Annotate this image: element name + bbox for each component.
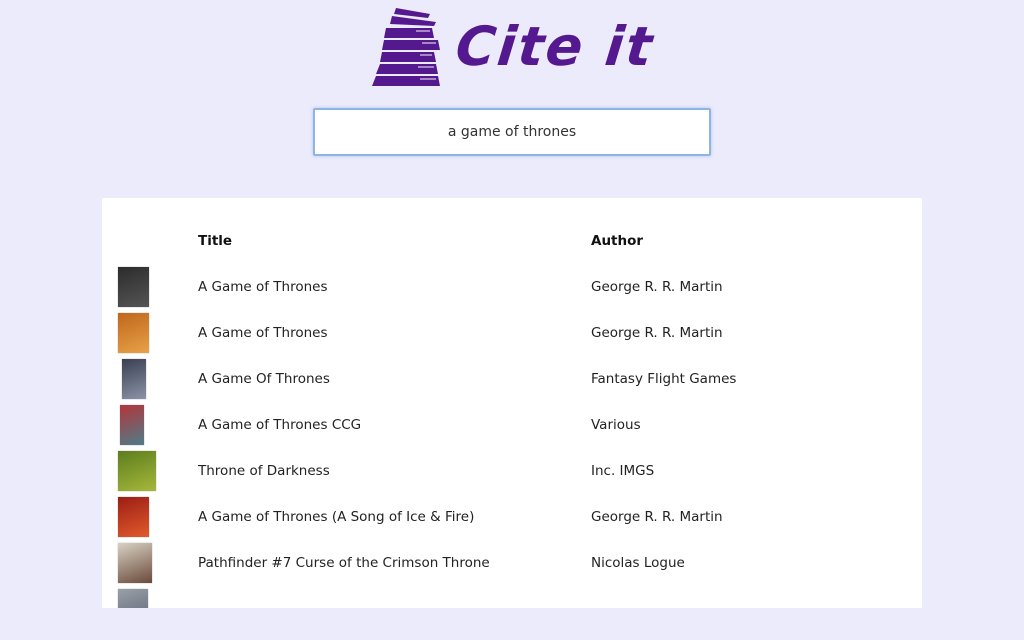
book-title: Throne of Darkness: [198, 463, 330, 479]
book-title: A Game Of Thrones: [198, 371, 330, 387]
author-column-header: Author: [591, 233, 644, 249]
book-author: Fantasy Flight Games: [591, 371, 737, 387]
book-cover-thumbnail: [118, 267, 149, 307]
table-row[interactable]: [102, 586, 922, 608]
book-stack-icon: [372, 8, 440, 86]
results-table: Title Author A Game of Thrones George R.…: [102, 198, 922, 608]
table-row[interactable]: A Game of Thrones (A Song of Ice & Fire)…: [102, 494, 922, 540]
book-author: George R. R. Martin: [591, 509, 723, 525]
book-title: A Game of Thrones: [198, 279, 328, 295]
book-author: George R. R. Martin: [591, 279, 723, 295]
book-author: Nicolas Logue: [591, 555, 685, 571]
table-row[interactable]: Throne of Darkness Inc. IMGS: [102, 448, 922, 494]
search-box: [313, 108, 711, 156]
table-row[interactable]: A Game of Thrones George R. R. Martin: [102, 310, 922, 356]
book-author: Various: [591, 417, 641, 433]
book-cover-thumbnail: [122, 359, 146, 399]
book-cover-thumbnail: [118, 497, 149, 537]
book-cover-thumbnail: [118, 589, 148, 608]
search-input[interactable]: [313, 108, 711, 156]
book-cover-thumbnail: [118, 451, 156, 491]
book-cover-thumbnail: [118, 313, 149, 353]
logo-text: Cite it: [452, 15, 658, 78]
page: Cite it Title Author A Game of Thrones G…: [0, 0, 1024, 640]
table-row[interactable]: A Game of Thrones CCG Various: [102, 402, 922, 448]
table-row[interactable]: Pathfinder #7 Curse of the Crimson Thron…: [102, 540, 922, 586]
book-title: A Game of Thrones CCG: [198, 417, 362, 433]
book-author: George R. R. Martin: [591, 325, 723, 341]
book-title: A Game of Thrones (A Song of Ice & Fire): [198, 509, 475, 525]
book-title: A Game of Thrones: [198, 325, 328, 341]
title-column-header: Title: [198, 233, 233, 249]
book-cover-thumbnail: [120, 405, 144, 445]
table-row[interactable]: A Game of Thrones George R. R. Martin: [102, 264, 922, 310]
book-author: Inc. IMGS: [591, 463, 655, 479]
table-header: Title Author: [102, 218, 922, 264]
book-cover-thumbnail: [118, 543, 152, 583]
book-title: Pathfinder #7 Curse of the Crimson Thron…: [198, 555, 490, 571]
table-row[interactable]: A Game Of Thrones Fantasy Flight Games: [102, 356, 922, 402]
logo[interactable]: Cite it: [370, 4, 680, 90]
